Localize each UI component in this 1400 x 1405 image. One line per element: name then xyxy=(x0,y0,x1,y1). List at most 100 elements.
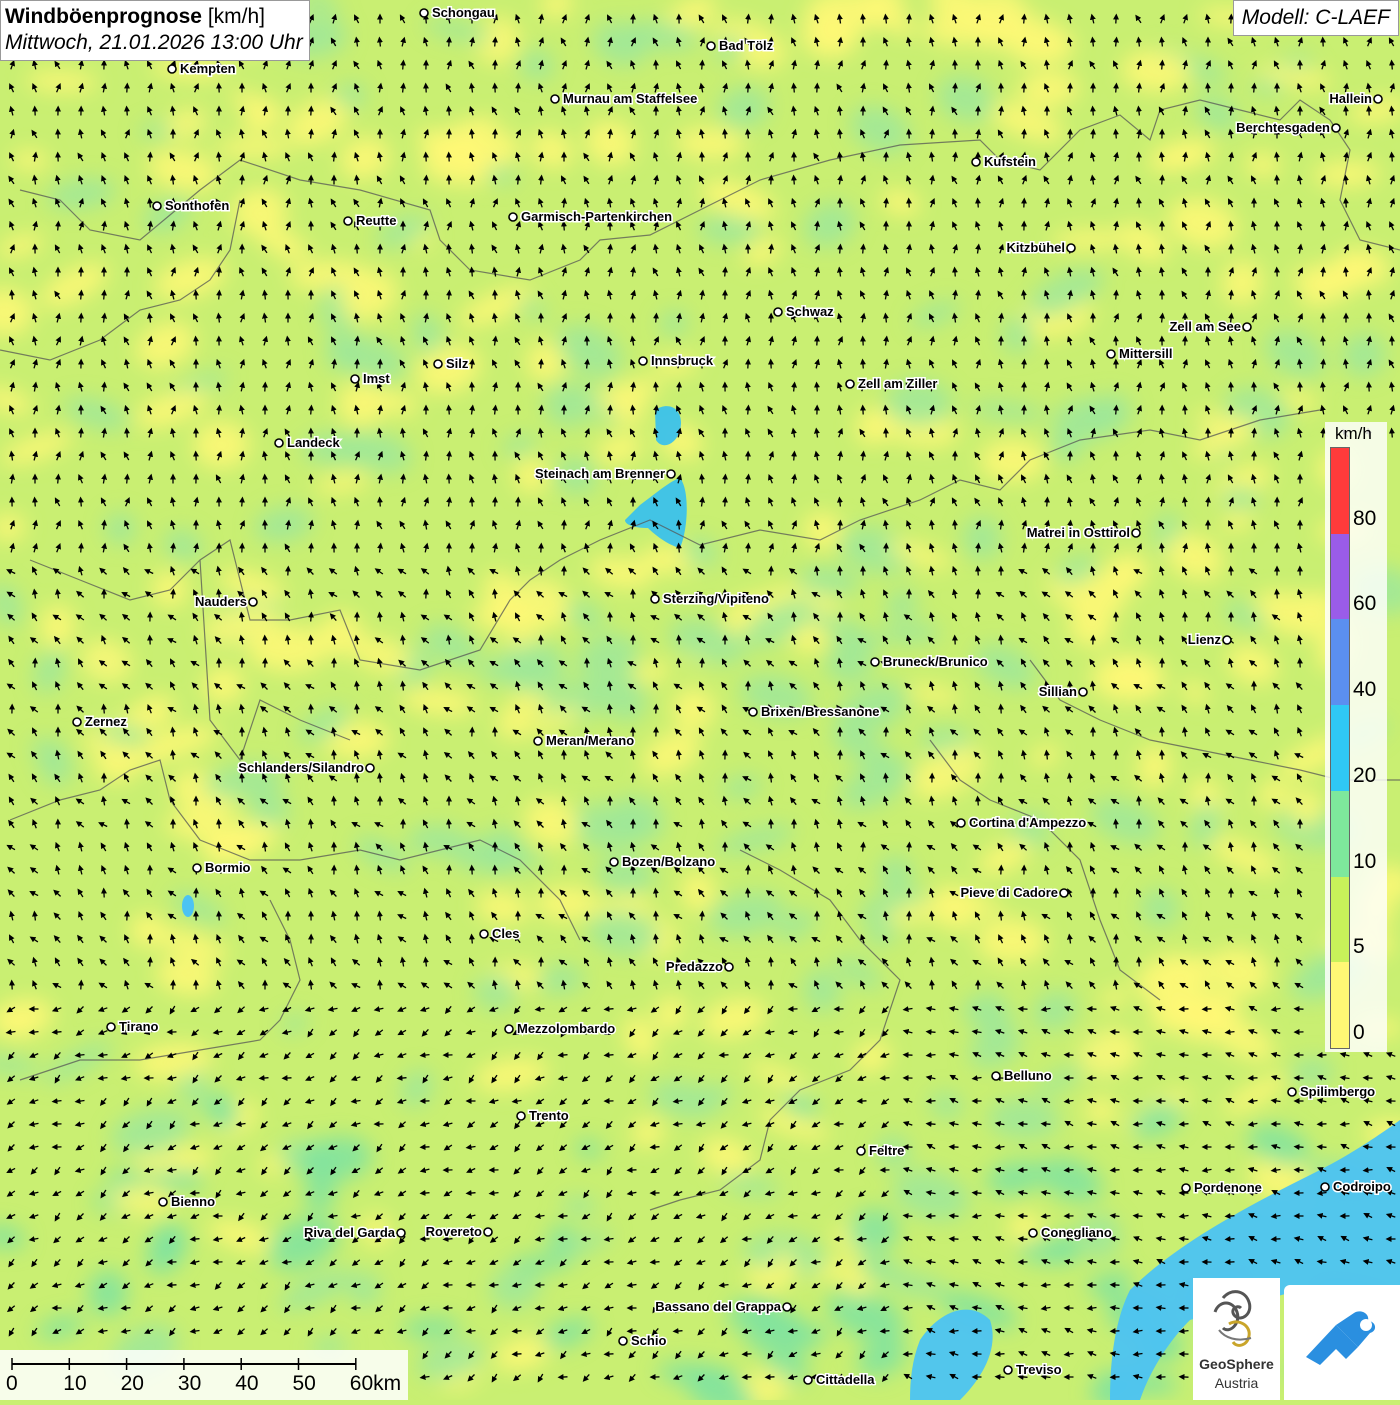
city-dot xyxy=(168,65,176,73)
wind-arrow xyxy=(472,500,473,507)
wind-arrow xyxy=(357,684,358,691)
wind-arrow xyxy=(219,822,220,829)
city-label: Berchtesgaden xyxy=(1236,120,1330,135)
wind-arrow xyxy=(403,86,404,93)
wind-arrow xyxy=(863,454,864,461)
city-marker: Meran/Merano xyxy=(534,733,634,748)
wind-arrow xyxy=(1323,339,1324,346)
city-dot xyxy=(344,217,352,225)
wind-arrow xyxy=(932,983,933,990)
city-marker: Spilimbergo xyxy=(1288,1084,1375,1099)
wind-arrow xyxy=(127,822,128,829)
wind-arrow xyxy=(1346,270,1347,277)
wind-arrow xyxy=(679,546,680,553)
wind-arrow xyxy=(1323,270,1324,277)
city-dot xyxy=(639,357,647,365)
city-marker: Pieve di Cadore xyxy=(960,885,1068,900)
legend-segment xyxy=(1331,962,1349,1048)
wind-arrow xyxy=(35,500,36,507)
wind-arrow xyxy=(791,1216,798,1217)
wind-arrow xyxy=(78,1055,85,1056)
city-marker: Conegliano xyxy=(1029,1225,1112,1240)
wind-arrow xyxy=(380,500,381,507)
wind-arrow xyxy=(561,1055,568,1056)
wind-arrow xyxy=(285,1262,292,1263)
wind-arrow xyxy=(1185,776,1186,783)
wind-arrow xyxy=(702,661,703,668)
wind-arrow xyxy=(653,1262,660,1263)
wind-arrow xyxy=(1024,132,1025,139)
wind-arrow xyxy=(538,1308,545,1309)
city-marker: Predazzo xyxy=(666,959,733,974)
city-marker: Innsbruck xyxy=(639,353,714,368)
wind-arrow xyxy=(357,868,358,875)
wind-arrow xyxy=(978,293,979,300)
wind-arrow xyxy=(722,1285,729,1286)
wind-arrow xyxy=(1162,178,1163,185)
wind-arrow xyxy=(193,1239,200,1240)
wind-arrow xyxy=(423,1193,430,1194)
city-marker: Berchtesgaden xyxy=(1236,120,1340,135)
wind-arrow xyxy=(311,615,312,622)
wind-arrow xyxy=(932,914,933,921)
city-label: Bormio xyxy=(205,860,251,875)
city-label: Kitzbühel xyxy=(1007,240,1066,255)
wind-arrow xyxy=(541,178,542,185)
wind-arrow xyxy=(932,132,933,139)
wind-arrow xyxy=(127,477,128,484)
city-dot xyxy=(1223,636,1231,644)
wind-arrow xyxy=(219,408,220,415)
wind-arrow xyxy=(1277,155,1278,162)
wind-arrow xyxy=(840,523,841,530)
wind-arrow xyxy=(219,270,220,277)
wind-arrow xyxy=(863,362,864,369)
wind-arrow xyxy=(1139,109,1140,116)
city-label: Kempten xyxy=(180,61,236,76)
wind-arrow xyxy=(929,1124,936,1125)
wind-arrow xyxy=(518,86,519,93)
city-dot xyxy=(480,930,488,938)
city-dot xyxy=(1182,1184,1190,1192)
city-dot xyxy=(857,1147,865,1155)
wind-arrow xyxy=(1254,86,1255,93)
wind-arrow xyxy=(1047,500,1048,507)
wind-arrow xyxy=(242,500,243,507)
wind-arrow xyxy=(906,1216,913,1217)
wind-arrow xyxy=(357,707,358,714)
wind-gust-map[interactable]: SchongauBad TölzKemptenMurnau am Staffel… xyxy=(0,0,1400,1400)
legend-label: 0 xyxy=(1353,1021,1365,1045)
wind-arrow xyxy=(242,776,243,783)
geosphere-name: GeoSphere xyxy=(1193,1356,1280,1372)
city-marker: Garmisch-Partenkirchen xyxy=(509,209,672,224)
wind-arrow xyxy=(357,362,358,369)
legend-segment xyxy=(1331,534,1349,620)
legend-unit: km/h xyxy=(1335,424,1372,444)
city-label: Reutte xyxy=(356,213,396,228)
wind-arrow xyxy=(607,1055,614,1056)
city-dot xyxy=(1288,1088,1296,1096)
city-label: Nauders xyxy=(195,594,247,609)
wind-arrow xyxy=(1208,776,1209,783)
city-label: Mittersill xyxy=(1119,346,1172,361)
geosphere-logo-icon xyxy=(1193,1278,1280,1356)
wind-arrow xyxy=(403,63,404,70)
wind-arrow xyxy=(1139,86,1140,93)
wind-arrow xyxy=(1208,615,1209,622)
wind-arrow xyxy=(863,845,864,852)
wind-arrow xyxy=(104,385,105,392)
city-dot xyxy=(1060,889,1068,897)
wind-arrow xyxy=(955,270,956,277)
wind-arrow xyxy=(1392,109,1393,116)
city-dot xyxy=(275,439,283,447)
city-label: Bassano del Grappa xyxy=(655,1299,781,1314)
city-marker: Schlanders/Silandro xyxy=(238,760,374,775)
wind-arrow xyxy=(449,868,450,875)
wind-arrow xyxy=(472,270,473,277)
wind-arrow xyxy=(955,523,956,530)
wind-arrow xyxy=(656,316,657,323)
wind-arrow xyxy=(883,1078,890,1079)
wind-arrow xyxy=(725,500,726,507)
app-logo[interactable] xyxy=(1284,1285,1400,1400)
wind-arrow xyxy=(1320,1262,1327,1263)
wind-arrow xyxy=(104,707,105,714)
